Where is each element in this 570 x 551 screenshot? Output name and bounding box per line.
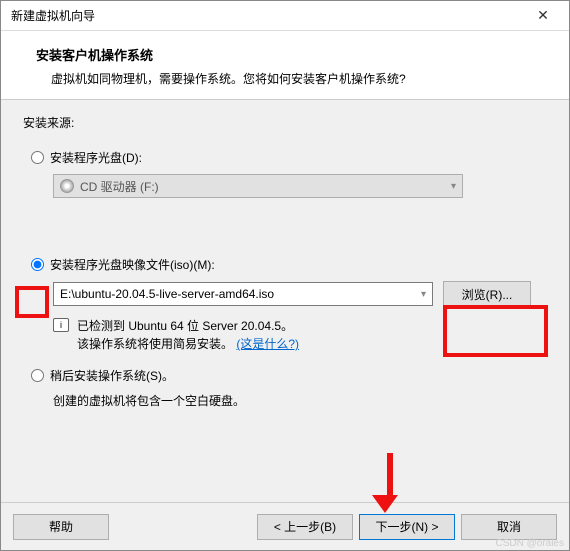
- back-button[interactable]: < 上一步(B): [257, 514, 353, 540]
- detection-info: i 已检测到 Ubuntu 64 位 Server 20.04.5。 该操作系统…: [53, 317, 547, 353]
- later-description: 创建的虚拟机将包含一个空白硬盘。: [53, 392, 547, 409]
- header-title: 安装客户机操作系统: [36, 45, 549, 64]
- detect-line1: 已检测到 Ubuntu 64 位 Server 20.04.5。: [77, 319, 293, 333]
- radio-later-label: 稍后安装操作系统(S)。: [50, 367, 174, 384]
- disc-dropdown-text: CD 驱动器 (F:): [80, 178, 159, 195]
- radio-later[interactable]: [31, 369, 44, 382]
- radio-later-row[interactable]: 稍后安装操作系统(S)。: [31, 367, 547, 384]
- detection-text: 已检测到 Ubuntu 64 位 Server 20.04.5。 该操作系统将使…: [77, 317, 299, 353]
- cancel-button[interactable]: 取消: [461, 514, 557, 540]
- chevron-down-icon: ▾: [421, 289, 426, 300]
- radio-disc[interactable]: [31, 151, 44, 164]
- titlebar: 新建虚拟机向导 ✕: [1, 1, 569, 31]
- wizard-footer: 帮助 < 上一步(B) 下一步(N) > 取消: [1, 502, 569, 550]
- radio-iso-row[interactable]: 安装程序光盘映像文件(iso)(M):: [31, 256, 547, 273]
- window-title: 新建虚拟机向导: [11, 7, 95, 24]
- iso-path-text: E:\ubuntu-20.04.5-live-server-amd64.iso: [60, 287, 274, 301]
- radio-disc-label: 安装程序光盘(D):: [50, 149, 142, 166]
- close-button[interactable]: ✕: [525, 2, 561, 30]
- next-button[interactable]: 下一步(N) >: [359, 514, 455, 540]
- radio-disc-row[interactable]: 安装程序光盘(D):: [31, 149, 547, 166]
- detect-line2-prefix: 该操作系统将使用简易安装。: [77, 337, 233, 351]
- cd-icon: [60, 179, 74, 193]
- radio-iso-label: 安装程序光盘映像文件(iso)(M):: [50, 256, 215, 273]
- header-description: 虚拟机如同物理机，需要操作系统。您将如何安装客户机操作系统?: [51, 70, 549, 87]
- iso-path-combo[interactable]: E:\ubuntu-20.04.5-live-server-amd64.iso …: [53, 282, 433, 306]
- whats-this-link[interactable]: (这是什么?): [236, 337, 299, 351]
- browse-button[interactable]: 浏览(R)...: [443, 281, 531, 307]
- help-button[interactable]: 帮助: [13, 514, 109, 540]
- wizard-header: 安装客户机操作系统 虚拟机如同物理机，需要操作系统。您将如何安装客户机操作系统?: [1, 31, 569, 100]
- source-label: 安装来源:: [23, 114, 547, 131]
- info-icon: i: [53, 318, 69, 332]
- chevron-down-icon: ▾: [451, 181, 456, 192]
- wizard-window: 新建虚拟机向导 ✕ 安装客户机操作系统 虚拟机如同物理机，需要操作系统。您将如何…: [0, 0, 570, 551]
- wizard-content: 安装来源: 安装程序光盘(D): CD 驱动器 (F:) ▾ 安装程序光盘映像文…: [1, 100, 569, 502]
- iso-row: E:\ubuntu-20.04.5-live-server-amd64.iso …: [53, 281, 547, 307]
- close-icon: ✕: [537, 7, 549, 24]
- radio-iso[interactable]: [31, 258, 44, 271]
- disc-dropdown-content: CD 驱动器 (F:): [60, 178, 159, 195]
- disc-dropdown[interactable]: CD 驱动器 (F:) ▾: [53, 174, 463, 198]
